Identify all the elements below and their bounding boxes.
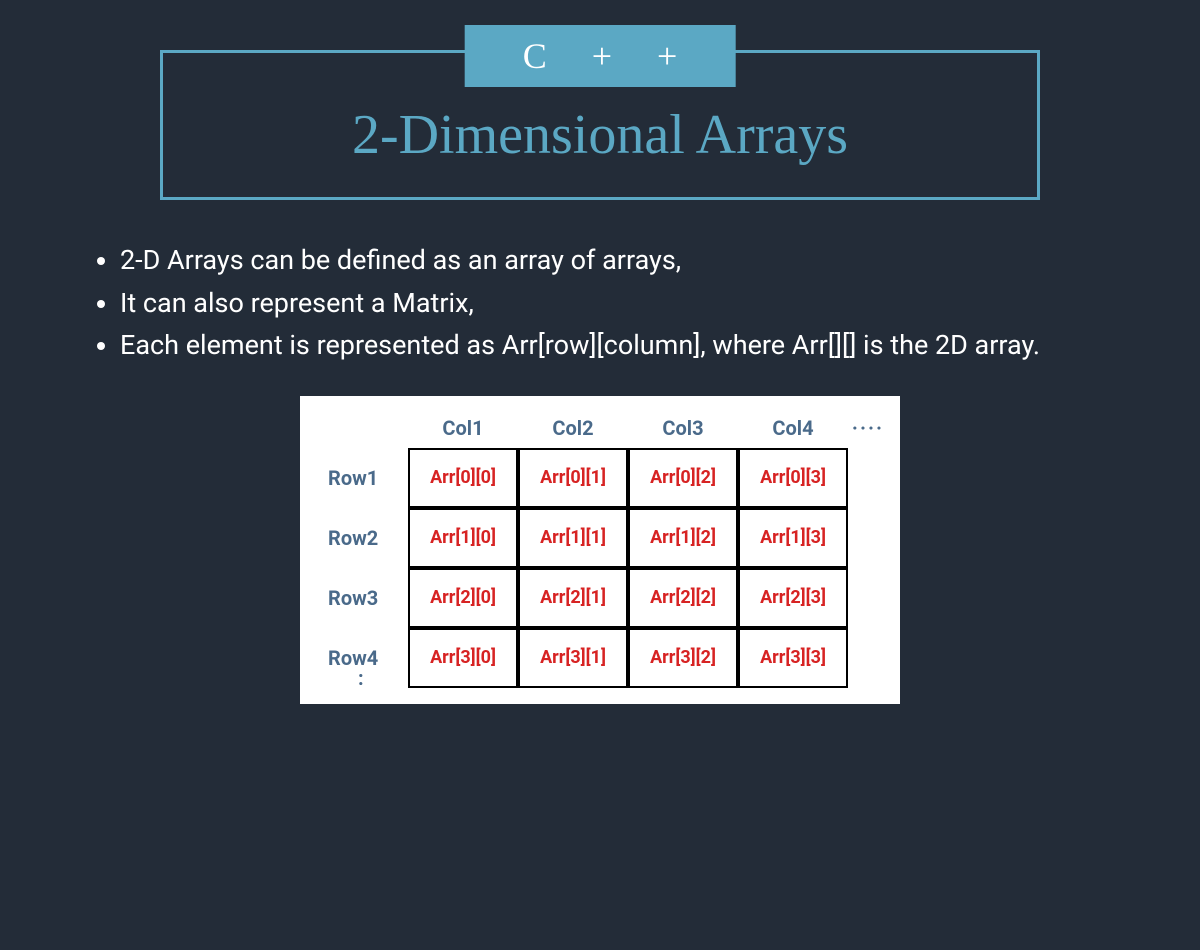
matrix-cell: Arr[2][0] (408, 568, 518, 628)
bullet-item: 2-D Arrays can be defined as an array of… (120, 240, 1120, 281)
row-header: Row4 (318, 646, 378, 670)
col-header: Col3 (662, 416, 703, 440)
col-header: Col4 (772, 416, 813, 440)
language-badge: C + + (465, 25, 736, 87)
matrix-cell: Arr[0][0] (408, 448, 518, 508)
col-dots: ···· (852, 416, 884, 440)
matrix-cell: Arr[1][3] (738, 508, 848, 568)
matrix-diagram: Col1 Col2 Col3 Col4 ···· Row1 Arr[0][0] … (300, 396, 900, 704)
matrix-cell: Arr[1][1] (518, 508, 628, 568)
matrix-grid: Col1 Col2 Col3 Col4 ···· Row1 Arr[0][0] … (318, 408, 882, 688)
matrix-cell: Arr[2][3] (738, 568, 848, 628)
matrix-cell: Arr[0][3] (738, 448, 848, 508)
matrix-cell: Arr[2][1] (518, 568, 628, 628)
matrix-cell: Arr[2][2] (628, 568, 738, 628)
bullet-item: Each element is represented as Arr[row][… (120, 325, 1120, 366)
row-header: Row2 (318, 526, 378, 550)
matrix-cell: Arr[1][2] (628, 508, 738, 568)
matrix-cell: Arr[1][0] (408, 508, 518, 568)
row-header: Row3 (318, 586, 378, 610)
page-title: 2-Dimensional Arrays (193, 103, 1007, 167)
matrix-cell: Arr[3][0] (408, 628, 518, 688)
matrix-cell: Arr[3][1] (518, 628, 628, 688)
matrix-cell: Arr[3][2] (628, 628, 738, 688)
row-header: Row1 (318, 466, 378, 490)
title-container: C + + 2-Dimensional Arrays (160, 50, 1040, 200)
bullet-list: 2-D Arrays can be defined as an array of… (100, 240, 1120, 366)
matrix-cell: Arr[0][2] (628, 448, 738, 508)
matrix-cell: Arr[3][3] (738, 628, 848, 688)
bullet-item: It can also represent a Matrix, (120, 283, 1120, 324)
col-header: Col1 (442, 416, 483, 440)
col-header: Col2 (552, 416, 593, 440)
matrix-cell: Arr[0][1] (518, 448, 628, 508)
